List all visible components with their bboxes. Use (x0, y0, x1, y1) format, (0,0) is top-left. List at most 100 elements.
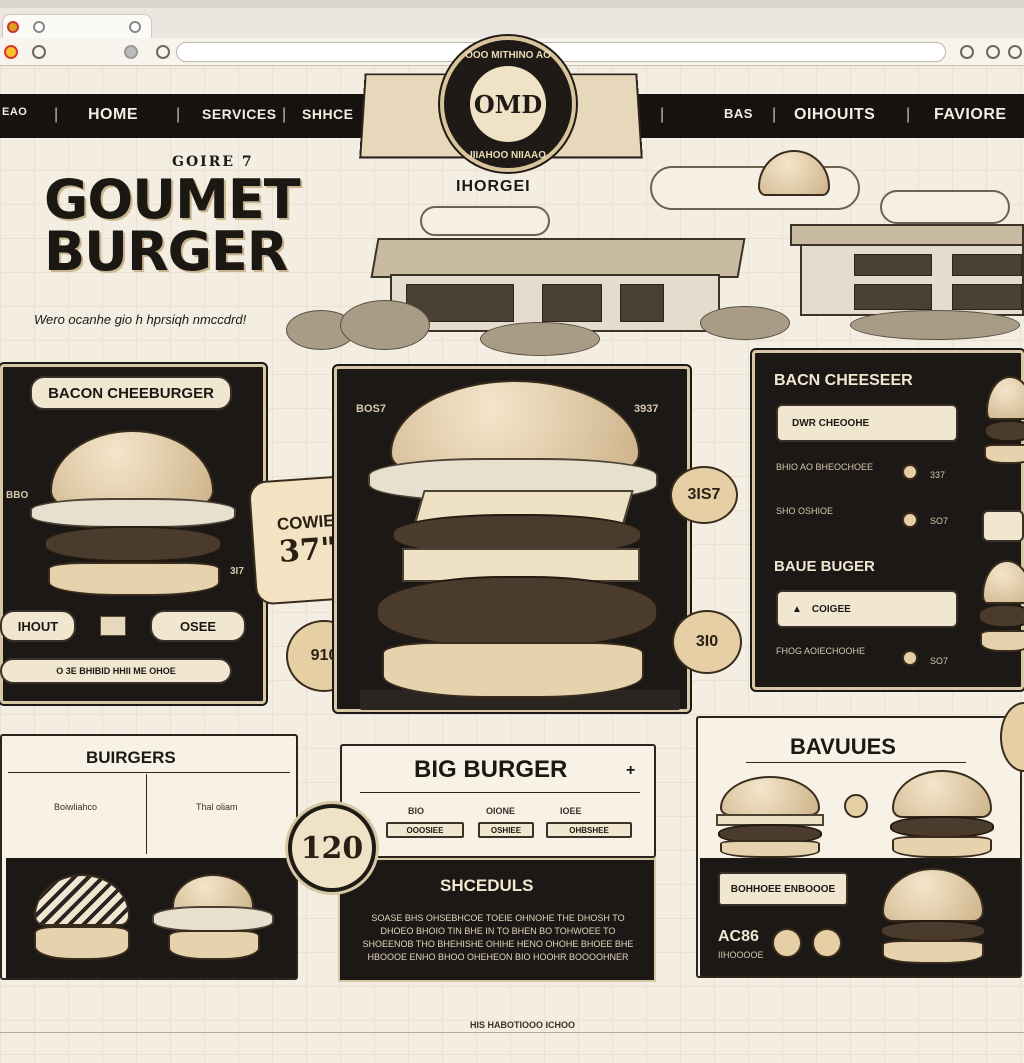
tab-button-2[interactable]: OSHIEE (478, 822, 534, 838)
building-window (952, 254, 1022, 276)
tab-button-1[interactable]: OOOSIEE (386, 822, 464, 838)
side-button[interactable] (982, 510, 1024, 542)
values-burger-2[interactable] (890, 770, 996, 860)
checkout-button[interactable]: IHOUT (0, 610, 76, 642)
values-burger-3[interactable] (880, 868, 988, 966)
values-coin-2 (812, 928, 842, 958)
hero-tagline: Wero ocanhe gio h hprsiqh nmccdrd! (34, 312, 247, 327)
values-button[interactable]: BOHHOEE ENBOOOE (718, 872, 848, 906)
nav-separator: | (660, 106, 665, 123)
tab-bar (0, 8, 1024, 38)
restaurant-roof (370, 238, 746, 278)
building-window (620, 284, 664, 322)
option-field-2[interactable]: ▲ COIGEE (776, 590, 958, 628)
shrub-illustration (340, 300, 430, 350)
values-coin-1 (772, 928, 802, 958)
divider (146, 774, 147, 854)
values-coin-icon (844, 794, 868, 818)
nav-item-4[interactable]: BAS (724, 106, 753, 121)
price-tag-value: 37" (277, 530, 338, 570)
values-burger-1[interactable] (716, 776, 826, 858)
profile-icon[interactable] (986, 45, 1000, 59)
second-building (800, 244, 1024, 316)
option-field-1[interactable]: DWR CHEOOHE (776, 404, 958, 442)
values-price-sub: IIHOOOOE (718, 950, 764, 960)
nav-separator: | (282, 106, 287, 123)
scene-label: IHORGEI (456, 178, 531, 195)
nav-item-services[interactable]: SERVICES (202, 106, 277, 122)
browser-logo-icon (4, 45, 18, 59)
row2-price: SO7 (930, 516, 949, 526)
nav-item-6[interactable]: FAVIORE (934, 106, 1007, 124)
row2-text: SHO OSHIOE (776, 506, 834, 516)
price-left: BBO (6, 490, 29, 501)
hero-title-line1: GOUMET (44, 168, 301, 231)
featured-burger-image (362, 380, 664, 702)
add-icon[interactable]: + (626, 762, 635, 780)
tab-icon (33, 21, 45, 33)
schedule-title: SHCEDULS (440, 876, 534, 895)
logo-ring-top: OOO MITHINO AO (465, 50, 551, 61)
nav-item-home[interactable]: HOME (88, 106, 138, 124)
row1-price: 337 (930, 470, 946, 480)
burgers-title: BUIRGERS (86, 748, 176, 767)
close-tab-icon[interactable] (129, 21, 141, 33)
count-badge: 120 (288, 804, 376, 892)
big-burger-title: BIG BURGER (414, 756, 568, 783)
browser-tab[interactable] (2, 14, 152, 38)
shrub-illustration (480, 322, 600, 356)
nav-separator: | (54, 106, 59, 123)
building-window (854, 254, 932, 276)
building-window (542, 284, 602, 322)
side-burger-image (982, 376, 1024, 486)
burger-thumb-2[interactable] (152, 874, 276, 964)
tab-label-2: OIONE (486, 806, 516, 816)
logo-badge[interactable]: OOO MITHINO AO OMD IIIAHOO NIIAAO (440, 36, 576, 172)
row3-price: SO7 (930, 656, 949, 666)
hero-title-line2: BURGER (44, 220, 288, 283)
burger-thumb-1[interactable] (30, 874, 134, 964)
menu-icon[interactable] (1008, 45, 1022, 59)
order-button[interactable]: OSEE (150, 610, 246, 642)
tab-button-3[interactable]: OHBSHEE (546, 822, 632, 838)
window-frame (0, 0, 1024, 8)
divider (360, 792, 640, 793)
burger-item-1[interactable]: Boiwliahco (54, 802, 97, 813)
row2-coin-icon (902, 512, 918, 528)
card-title: BACON CHEEBURGER (30, 376, 232, 410)
building-window (952, 284, 1022, 310)
home-icon[interactable] (124, 45, 138, 59)
shrub-illustration (850, 310, 1020, 340)
logo-text: OMD (470, 66, 546, 142)
nav-separator: | (772, 106, 777, 123)
nav-item-stub[interactable]: EAO (2, 106, 27, 118)
nav-item-3[interactable]: SHHCE (302, 106, 354, 122)
row3-text: FHOG AOIECHOOHE (776, 646, 866, 656)
nav-separator: | (906, 106, 911, 123)
cloud-illustration (420, 206, 550, 236)
tab-label-1: BIO (408, 806, 425, 816)
building-window (854, 284, 932, 310)
cloud-illustration (880, 190, 1010, 224)
favicon-icon (7, 21, 19, 33)
cart-icon[interactable] (100, 616, 126, 636)
footer-text: HIS HABOTIOOO ICHOO (470, 1020, 576, 1030)
right-title-2: BAUE BUGER (774, 558, 875, 575)
burger-item-2[interactable]: Thal oliam (196, 802, 238, 813)
nav-separator: | (176, 106, 181, 123)
divider (746, 762, 966, 763)
side-burger-image-2 (978, 560, 1024, 670)
building-roof (790, 224, 1024, 246)
schedule-text: SOASE BHS OHSEBHCOE TOEIE OHNOHE THE DHO… (362, 913, 634, 962)
shrub-illustration (700, 306, 790, 340)
row3-coin-icon (902, 650, 918, 666)
center-coin-bottom: 3I0 (672, 610, 742, 674)
reload-icon[interactable] (32, 45, 46, 59)
site-info-icon[interactable] (156, 45, 170, 59)
hero-title: GOUMET BURGER (44, 168, 301, 283)
values-title: BAVUUES (790, 734, 896, 759)
extensions-icon[interactable] (960, 45, 974, 59)
nav-item-5[interactable]: OIHOUITS (794, 106, 875, 124)
footer-divider (0, 1032, 1024, 1033)
option-field-2-text: COIGEE (811, 603, 851, 615)
